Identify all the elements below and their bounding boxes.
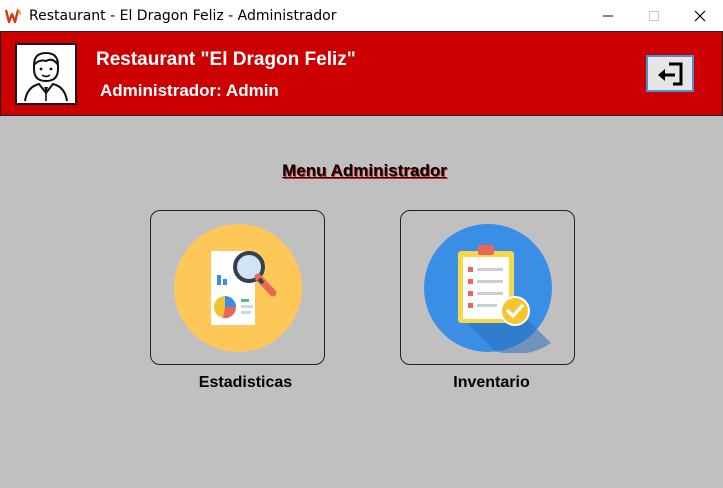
- logout-arrow-icon: [658, 62, 683, 85]
- minimize-button[interactable]: [585, 0, 631, 31]
- statistics-report-icon: [173, 223, 302, 352]
- restaurant-title: Restaurant "El Dragon Feliz": [96, 49, 356, 70]
- window-title: Restaurant - El Dragon Feliz - Administr…: [29, 7, 337, 24]
- avatar: [15, 43, 77, 105]
- user-avatar-icon: [24, 51, 68, 102]
- minimize-icon: [603, 15, 613, 16]
- inventory-checklist-icon: [423, 223, 552, 353]
- statistics-button[interactable]: [150, 210, 325, 365]
- window-titlebar: Restaurant - El Dragon Feliz - Administr…: [0, 0, 723, 31]
- menu-title: Menu Administrador: [282, 161, 447, 180]
- app-logo-icon: [5, 7, 21, 23]
- close-icon: [694, 10, 706, 21]
- inventory-button[interactable]: [400, 210, 575, 365]
- maximize-button[interactable]: [631, 0, 677, 31]
- user-role-label: Administrador: Admin: [100, 81, 279, 100]
- statistics-label: Estadisticas: [198, 374, 293, 391]
- maximize-icon: [649, 10, 659, 21]
- app-header: Restaurant "El Dragon Feliz" Administrad…: [0, 31, 723, 116]
- inventory-label: Inventario: [453, 374, 530, 391]
- logout-button[interactable]: [646, 55, 694, 92]
- close-button[interactable]: [677, 0, 723, 31]
